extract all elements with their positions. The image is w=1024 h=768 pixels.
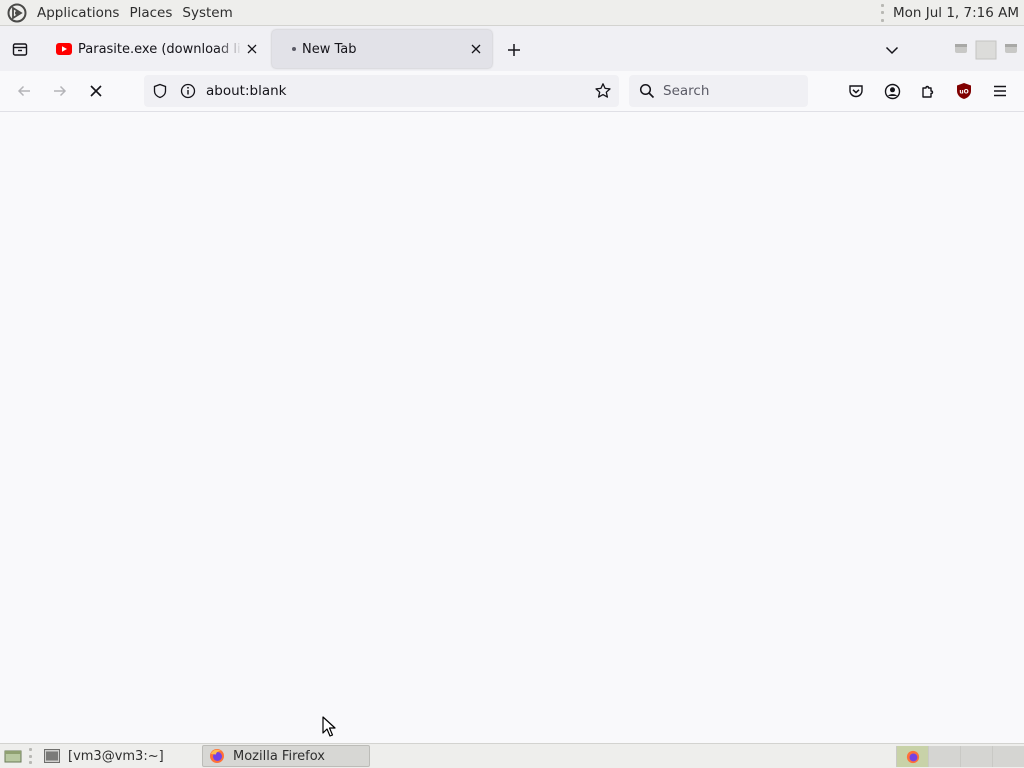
workspace-2[interactable]	[928, 746, 960, 767]
chevron-down-icon	[885, 46, 899, 55]
applications-menu[interactable]: Applications	[32, 0, 124, 26]
search-bar[interactable]: Search	[629, 75, 808, 107]
bottom-panel: [vm3@vm3:~] Mozilla Firefox	[0, 743, 1024, 768]
panel-clock[interactable]: Mon Jul 1, 7:16 AM	[893, 5, 1019, 21]
plus-icon	[508, 44, 520, 56]
panel-drag-handle[interactable]	[881, 3, 885, 22]
loading-dot-icon	[292, 47, 296, 51]
new-tab-button[interactable]	[502, 38, 526, 62]
forward-button[interactable]	[45, 77, 75, 105]
ublock-origin-icon: uO	[957, 83, 971, 99]
url-bar[interactable]: about:blank	[144, 75, 619, 107]
distro-logo-icon[interactable]	[7, 3, 27, 23]
arrow-right-icon	[54, 85, 67, 97]
workspace-switcher	[896, 746, 1024, 767]
taskbar-item-label: Mozilla Firefox	[233, 748, 325, 764]
tab-title: Parasite.exe (download link)	[78, 41, 242, 57]
app-menu-button[interactable]	[986, 77, 1014, 105]
arrow-left-icon	[17, 85, 30, 97]
tab-bar: Parasite.exe (download link) New Tab	[0, 26, 1024, 71]
terminal-icon	[44, 748, 60, 764]
search-placeholder[interactable]: Search	[663, 83, 709, 99]
window-controls	[950, 36, 1022, 62]
places-menu[interactable]: Places	[124, 0, 177, 26]
close-window-button[interactable]	[1000, 38, 1022, 60]
workspace-3[interactable]	[960, 746, 992, 767]
top-panel: Applications Places System Mon Jul 1, 7:…	[0, 0, 1024, 26]
pocket-icon	[849, 85, 863, 98]
tab-close-icon[interactable]	[466, 39, 486, 59]
taskbar-item-firefox[interactable]: Mozilla Firefox	[202, 745, 370, 767]
account-button[interactable]	[878, 77, 906, 105]
stop-button[interactable]	[81, 77, 111, 105]
taskbar-item-terminal[interactable]: [vm3@vm3:~]	[38, 745, 198, 767]
firefox-view-button[interactable]	[0, 26, 40, 71]
account-icon	[884, 83, 900, 99]
show-desktop-button[interactable]	[2, 746, 24, 766]
tab-new-tab[interactable]: New Tab	[272, 30, 492, 68]
ublock-origin-button[interactable]: uO	[950, 77, 978, 105]
workspace-1[interactable]	[896, 746, 928, 767]
navigation-toolbar: about:blank Search uO	[0, 71, 1024, 112]
minimize-button[interactable]	[950, 38, 972, 60]
shield-icon[interactable]	[150, 81, 170, 101]
info-icon[interactable]	[178, 81, 198, 101]
firefox-icon	[906, 750, 919, 763]
maximize-button[interactable]	[975, 38, 997, 60]
taskbar-item-label: [vm3@vm3:~]	[68, 748, 164, 764]
puzzle-piece-icon	[921, 85, 933, 98]
extensions-button[interactable]	[914, 77, 942, 105]
show-desktop-icon	[4, 750, 22, 763]
url-text[interactable]: about:blank	[206, 83, 593, 99]
system-menu[interactable]: System	[177, 0, 237, 26]
firefox-icon	[209, 748, 225, 764]
back-button[interactable]	[9, 77, 39, 105]
svg-text:uO: uO	[959, 89, 968, 96]
list-all-tabs-button[interactable]	[880, 38, 904, 62]
firefox-view-icon	[12, 42, 28, 56]
youtube-icon	[56, 41, 72, 57]
page-content[interactable]	[0, 112, 1024, 743]
hamburger-menu-icon	[994, 85, 1006, 97]
workspace-4[interactable]	[992, 746, 1024, 767]
pocket-button[interactable]	[842, 77, 870, 105]
tab-title: New Tab	[302, 41, 357, 57]
tab-parasite[interactable]: Parasite.exe (download link)	[46, 30, 268, 68]
stop-icon	[90, 85, 102, 97]
search-icon	[637, 81, 657, 101]
mouse-cursor-icon	[322, 716, 336, 737]
tab-close-icon[interactable]	[242, 39, 262, 59]
bookmark-star-icon[interactable]	[593, 81, 613, 101]
panel-drag-handle[interactable]	[29, 748, 33, 764]
